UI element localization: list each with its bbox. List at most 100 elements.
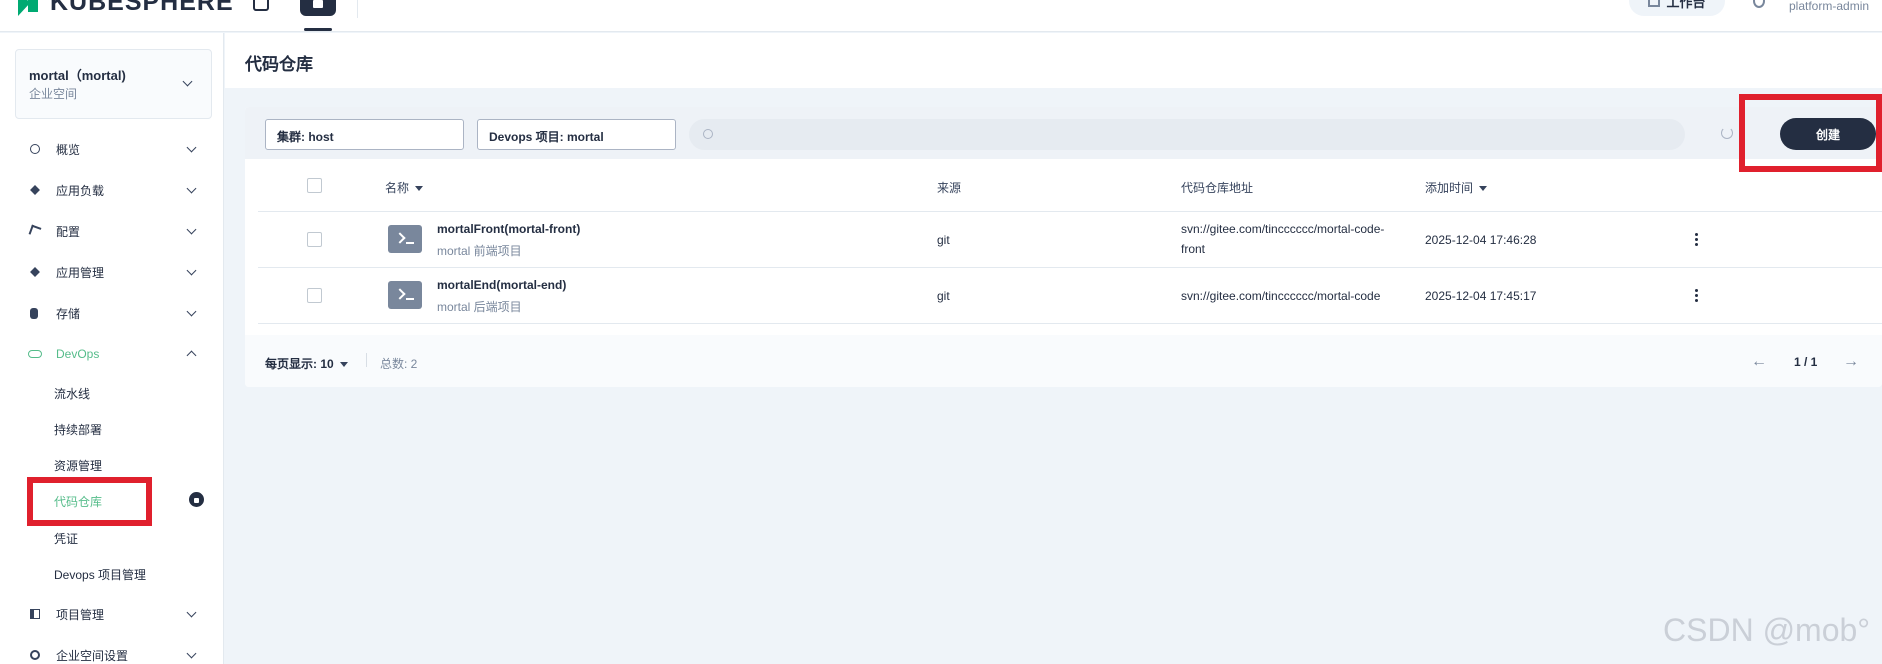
layers-icon (30, 267, 40, 277)
logo-mark-icon (18, 0, 42, 16)
sub-item-devops-project-management[interactable]: Devops 项目管理 (54, 566, 146, 583)
user-icon[interactable] (1753, 0, 1765, 8)
row-checkbox[interactable] (307, 288, 322, 303)
more-actions-icon[interactable] (1695, 233, 1699, 247)
column-header-source: 来源 (937, 181, 962, 195)
nav-storage[interactable]: 存储 (0, 296, 224, 330)
nav-label: DevOps (56, 347, 100, 361)
layers-icon (30, 185, 40, 195)
chevron-down-icon (186, 648, 197, 659)
chevron-down-icon (186, 306, 197, 317)
nav-label: 配置 (56, 224, 81, 239)
column-header-added-time[interactable]: 添加时间 (1425, 179, 1488, 196)
highlight-box-create (1739, 94, 1882, 172)
grid-icon (1648, 0, 1661, 7)
hammer-icon (28, 224, 42, 238)
user-name[interactable]: platform-admin (1789, 0, 1869, 13)
nav-label: 企业空间设置 (56, 648, 129, 663)
search-icon (703, 129, 713, 139)
highlight-box-sidebar (27, 477, 152, 526)
kubesphere-logo[interactable]: KUBESPHERE (18, 0, 234, 17)
nav-app-management[interactable]: 应用管理 (0, 255, 224, 289)
repo-name[interactable]: mortalEnd(mortal-end) (437, 278, 566, 292)
cluster-filter-tag[interactable]: 集群: host (265, 119, 464, 150)
caret-down-icon (415, 186, 424, 192)
terminal-icon (388, 281, 422, 309)
chevron-down-icon (186, 607, 197, 618)
gear-icon (30, 650, 40, 660)
select-all-checkbox[interactable] (307, 178, 322, 193)
chevron-up-icon (186, 350, 197, 361)
repo-name[interactable]: mortalFront(mortal-front) (437, 222, 580, 236)
chevron-down-icon (186, 142, 197, 153)
workspace-selector[interactable]: mortal（mortal) 企业空间 (15, 49, 212, 119)
project-icon (30, 609, 40, 619)
search-input[interactable] (723, 119, 1663, 150)
column-header-url: 代码仓库地址 (1181, 181, 1254, 195)
lock-icon (189, 492, 204, 507)
nav-label: 应用负载 (56, 183, 105, 198)
repo-source: git (937, 289, 950, 303)
refresh-icon[interactable] (1721, 127, 1733, 139)
caret-down-icon (339, 362, 348, 368)
divider (357, 0, 358, 18)
divider (366, 353, 367, 367)
row-checkbox[interactable] (307, 232, 322, 247)
nav-label: 概览 (56, 142, 81, 157)
nav-workloads[interactable]: 应用负载 (0, 173, 224, 207)
nav-label: 应用管理 (56, 265, 105, 280)
nav-label: 项目管理 (56, 607, 105, 622)
page-size-label: 每页显示: 10 (265, 357, 334, 371)
caret-down-icon (1479, 186, 1488, 192)
workspace-name: mortal（mortal) (29, 68, 126, 83)
repo-source: git (937, 233, 950, 247)
repo-url-line2: front (1181, 242, 1206, 256)
repo-description: mortal 前端项目 (437, 244, 522, 258)
chevron-down-icon (186, 265, 197, 276)
devops-project-filter-tag[interactable]: Devops 项目: mortal (477, 119, 676, 150)
watermark: CSDN @mob° (1663, 612, 1871, 648)
more-actions-icon[interactable] (1695, 289, 1699, 303)
nav-devops[interactable]: DevOps (0, 337, 224, 371)
column-header-label: 添加时间 (1425, 181, 1474, 195)
workbench-label: 工作台 (1666, 0, 1706, 10)
nav-label: 存储 (56, 306, 81, 321)
column-header-label: 名称 (385, 181, 410, 195)
total-count: 总数: 2 (380, 357, 418, 371)
divider (258, 267, 1882, 268)
repo-url-line1: svn://gitee.com/tincccccc/mortal-code- (1181, 222, 1385, 236)
active-indicator (304, 28, 332, 31)
sub-item-credentials[interactable]: 凭证 (54, 530, 78, 547)
repo-description: mortal 后端项目 (437, 300, 522, 314)
page-size-select[interactable]: 每页显示: 10 (265, 355, 348, 372)
arrow-right-icon[interactable]: → (1843, 353, 1859, 371)
chevron-down-icon (182, 76, 193, 87)
page-indicator: 1 / 1 (1794, 355, 1818, 369)
divider (258, 323, 1882, 324)
nav-config[interactable]: 配置 (0, 214, 224, 248)
workspace-icon[interactable] (300, 0, 336, 16)
nav-projects[interactable]: 项目管理 (0, 597, 224, 631)
nav-overview[interactable]: 概览 (0, 132, 224, 166)
infinity-icon (28, 350, 42, 358)
repo-url-line1: svn://gitee.com/tincccccc/mortal-code (1181, 289, 1381, 303)
terminal-icon (388, 225, 422, 253)
nav-workspace-settings[interactable]: 企业空间设置 (0, 638, 224, 664)
title-band (225, 33, 1882, 88)
table-footer (245, 335, 1882, 387)
workbench-button[interactable]: 工作台 (1629, 0, 1725, 16)
cube-icon[interactable] (253, 0, 269, 11)
chevron-down-icon (186, 224, 197, 235)
sub-item-pipelines[interactable]: 流水线 (54, 385, 90, 402)
workspace-type: 企业空间 (29, 87, 78, 101)
dashboard-icon (30, 144, 40, 154)
chevron-down-icon (186, 183, 197, 194)
column-header-name[interactable]: 名称 (385, 179, 424, 196)
page-title: 代码仓库 (245, 55, 313, 74)
search-bar[interactable] (689, 119, 1685, 150)
repo-added-time: 2025-12-04 17:45:17 (1425, 289, 1537, 303)
sidebar: mortal（mortal) 企业空间 概览 应用负载 配置 应用管理 存储 D… (0, 33, 224, 664)
sub-item-continuous-deployment[interactable]: 持续部署 (54, 421, 102, 438)
arrow-left-icon[interactable]: ← (1751, 353, 1767, 371)
sub-item-resource-management[interactable]: 资源管理 (54, 457, 102, 474)
